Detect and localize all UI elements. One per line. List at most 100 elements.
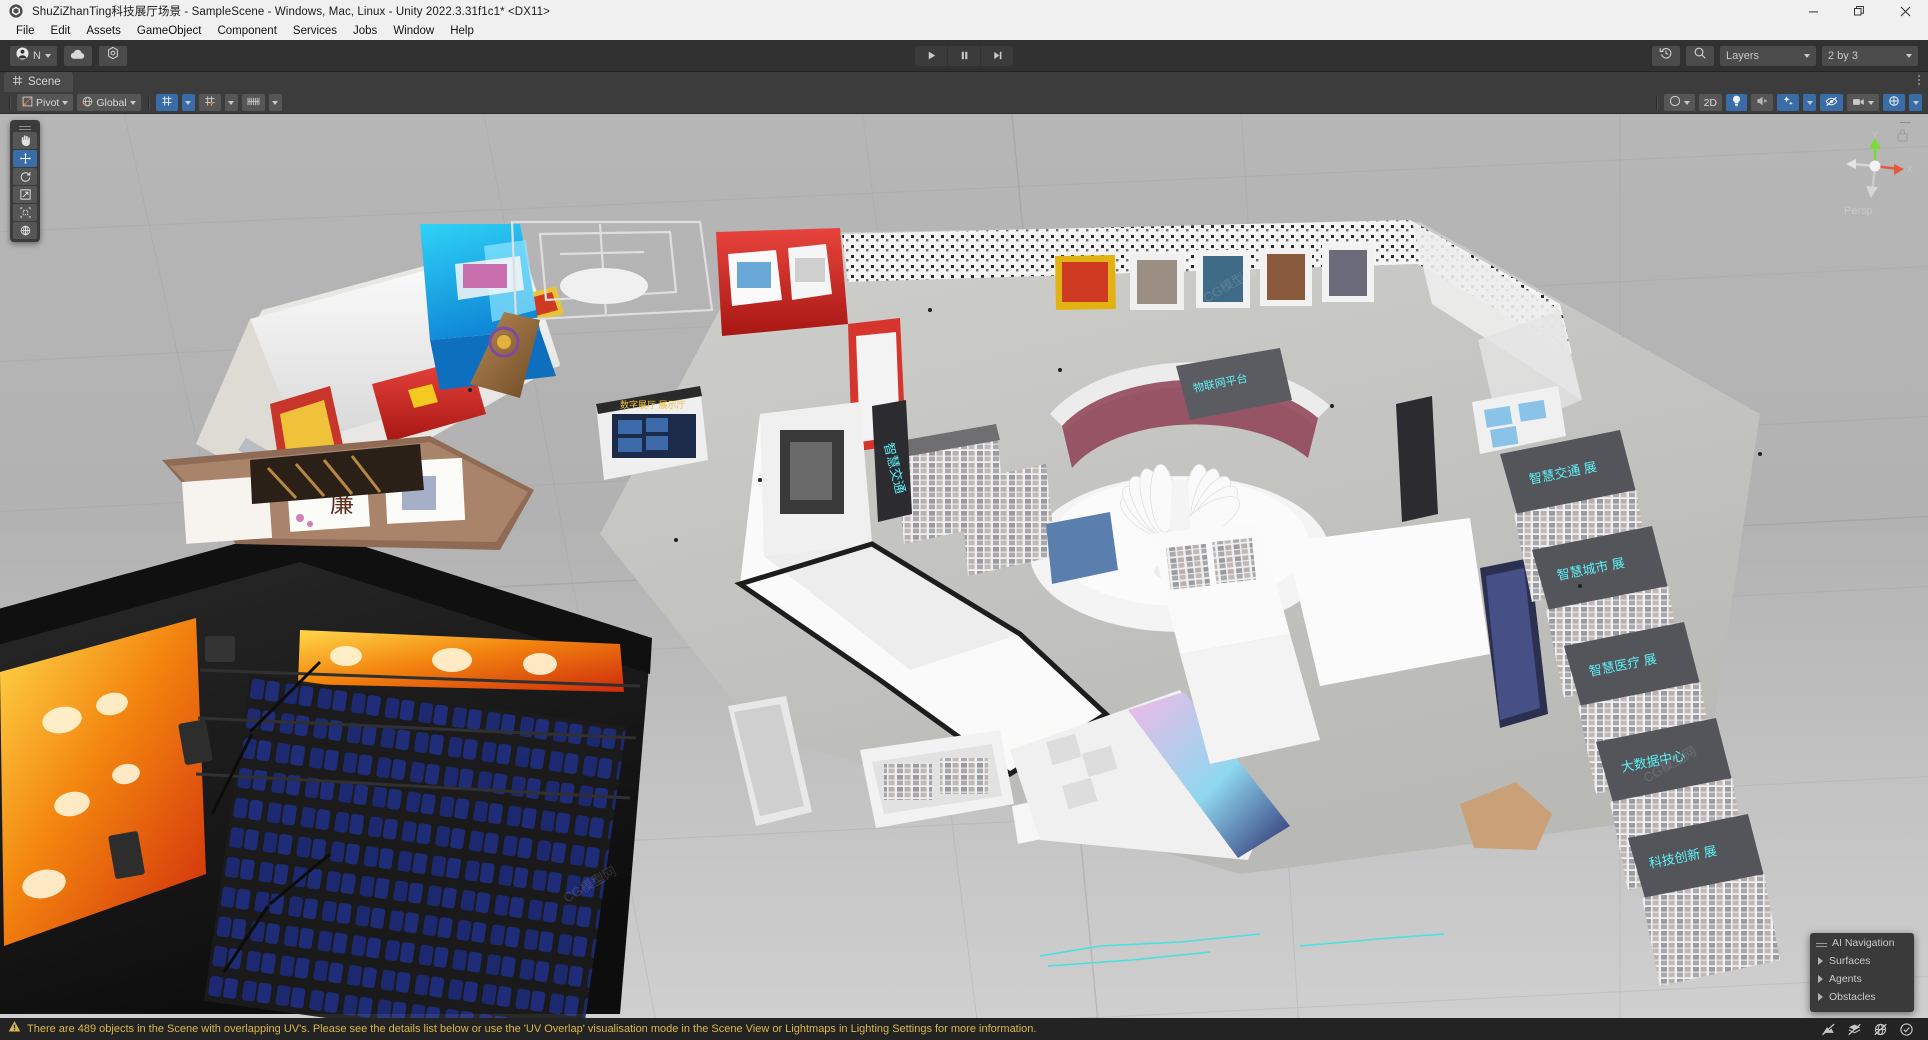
hand-tool[interactable] <box>13 132 37 149</box>
status-message[interactable]: There are 489 objects in the Scene with … <box>27 1023 1036 1035</box>
account-dropdown[interactable]: N <box>10 45 57 66</box>
chevron-down-icon <box>1868 100 1874 105</box>
title-bar: ShuZiZhanTing科技展厅场景 - SampleScene - Wind… <box>0 0 1928 22</box>
divider <box>9 95 10 110</box>
tab-scene[interactable]: Scene <box>4 72 73 92</box>
window-controls <box>1790 0 1928 22</box>
menu-window[interactable]: Window <box>385 22 442 40</box>
search-button[interactable] <box>1686 45 1714 66</box>
divider <box>147 95 149 110</box>
hidden-objects-toggle[interactable] <box>1820 94 1843 111</box>
ai-nav-row-agents[interactable]: Agents <box>1810 970 1914 988</box>
menu-help[interactable]: Help <box>442 22 482 40</box>
pivot-icon <box>22 94 33 112</box>
shading-mode-icon <box>1669 94 1681 112</box>
ai-nav-row-surfaces[interactable]: Surfaces <box>1810 952 1914 970</box>
handle-space-dropdown[interactable]: Global <box>77 94 141 112</box>
snap-increment-toggle[interactable] <box>198 94 221 112</box>
menu-assets[interactable]: Assets <box>78 22 129 40</box>
chevron-down-icon <box>129 100 136 105</box>
projection-label[interactable]: Persp <box>1844 205 1873 217</box>
move-tool[interactable] <box>13 150 37 167</box>
step-button[interactable] <box>981 45 1013 66</box>
scene-camera-dropdown[interactable] <box>1847 94 1879 111</box>
menu-jobs[interactable]: Jobs <box>345 22 385 40</box>
scene-audio-toggle[interactable] <box>1751 94 1773 111</box>
transform-icon <box>20 225 30 236</box>
services-button[interactable] <box>98 45 127 66</box>
unity-editor-window: ShuZiZhanTing科技展厅场景 - SampleScene - Wind… <box>0 0 1928 1040</box>
menu-file[interactable]: File <box>8 22 43 40</box>
scene-orientation-gizmo[interactable]: Y X Persp <box>1836 121 1914 217</box>
unity-icon <box>5 0 27 22</box>
rect-tool[interactable] <box>13 204 37 221</box>
axis-x-label: X <box>1907 164 1913 174</box>
account-label: N <box>33 49 41 62</box>
status-bar: There are 489 objects in the Scene with … <box>0 1018 1928 1040</box>
menu-edit[interactable]: Edit <box>43 22 79 40</box>
snap-increment-icon <box>204 94 216 112</box>
close-button[interactable] <box>1882 0 1928 22</box>
toggle-2d[interactable]: 2D <box>1698 94 1722 111</box>
layers-dropdown[interactable]: Layers <box>1720 45 1816 66</box>
globe-icon <box>82 94 93 112</box>
check-circle-icon[interactable] <box>1898 1021 1914 1037</box>
gizmos-options[interactable] <box>1909 94 1922 111</box>
ai-navigation-header[interactable]: AI Navigation <box>1810 937 1914 952</box>
effects-icon <box>1782 94 1794 112</box>
chevron-right-icon[interactable] <box>1818 993 1823 1001</box>
services-icon <box>106 46 120 65</box>
chevron-down-icon <box>185 100 192 105</box>
minimize-button[interactable] <box>1790 0 1836 22</box>
grid-visual-toggle[interactable] <box>241 94 265 111</box>
ai-navigation-title: AI Navigation <box>1832 937 1895 949</box>
pause-button[interactable] <box>948 45 980 66</box>
status-bar-icons <box>1820 1021 1920 1037</box>
undo-history-button[interactable] <box>1652 45 1680 66</box>
menu-services[interactable]: Services <box>285 22 345 40</box>
shading-mode-dropdown[interactable] <box>1663 94 1695 112</box>
kebab-menu-icon[interactable] <box>1918 75 1920 85</box>
chevron-right-icon[interactable] <box>1818 975 1823 983</box>
gizmos-toggle[interactable] <box>1883 94 1905 111</box>
ai-nav-row-obstacles[interactable]: Obstacles <box>1810 988 1914 1006</box>
restore-button[interactable] <box>1836 0 1882 22</box>
layers-stack-icon[interactable] <box>1846 1021 1862 1037</box>
cloud-button[interactable] <box>63 45 92 66</box>
ceiling-disc <box>560 268 648 304</box>
play-button[interactable] <box>915 45 947 66</box>
transform-tool[interactable] <box>13 222 37 239</box>
menu-gameobject[interactable]: GameObject <box>129 22 210 40</box>
menu-component[interactable]: Component <box>209 22 284 40</box>
toolbar-right-group: Layers 2 by 3 <box>1652 45 1928 66</box>
drag-handle-icon[interactable] <box>1816 942 1827 944</box>
palette-drag-handle[interactable] <box>13 123 37 130</box>
svg-text:数字展厅 展示厅: 数字展厅 展示厅 <box>620 399 686 410</box>
axis-y-label: Y <box>1872 130 1878 140</box>
scene-fx-toggle[interactable] <box>1777 94 1799 111</box>
grid-snap-options[interactable] <box>181 94 195 111</box>
scene-fx-options[interactable] <box>1803 94 1816 111</box>
rect-transform-icon <box>19 207 31 218</box>
chevron-right-icon[interactable] <box>1818 957 1823 965</box>
grid-visual-options[interactable] <box>268 94 282 111</box>
cloud-icon <box>70 47 85 65</box>
chevron-down-icon <box>1906 53 1912 58</box>
tab-scene-label: Scene <box>28 76 61 88</box>
layout-dropdown[interactable]: 2 by 3 <box>1822 45 1918 66</box>
scale-tool[interactable] <box>13 186 37 203</box>
pivot-dropdown[interactable]: Pivot <box>17 94 74 112</box>
rotate-tool[interactable] <box>13 168 37 185</box>
grid-snap-toggle[interactable] <box>155 94 178 111</box>
no-preview-icon[interactable] <box>1820 1021 1836 1037</box>
no-globe-icon[interactable] <box>1872 1021 1888 1037</box>
eye-off-icon <box>1825 94 1838 112</box>
scene-viewport[interactable]: 智慧交通 廉 数字展厅 展示厅 智慧交通 展 智慧城市 展 智慧医疗 展 大数据… <box>0 114 1928 1018</box>
menu-bar: File Edit Assets GameObject Component Se… <box>0 22 1928 40</box>
scene-lighting-toggle[interactable] <box>1726 94 1747 111</box>
divider <box>1655 95 1657 110</box>
ai-navigation-overlay[interactable]: AI Navigation Surfaces Agents Obstacles <box>1810 933 1914 1012</box>
gizmo-drag-handle[interactable] <box>1898 118 1912 126</box>
snap-increment-options[interactable] <box>224 94 238 111</box>
account-icon <box>16 46 29 65</box>
